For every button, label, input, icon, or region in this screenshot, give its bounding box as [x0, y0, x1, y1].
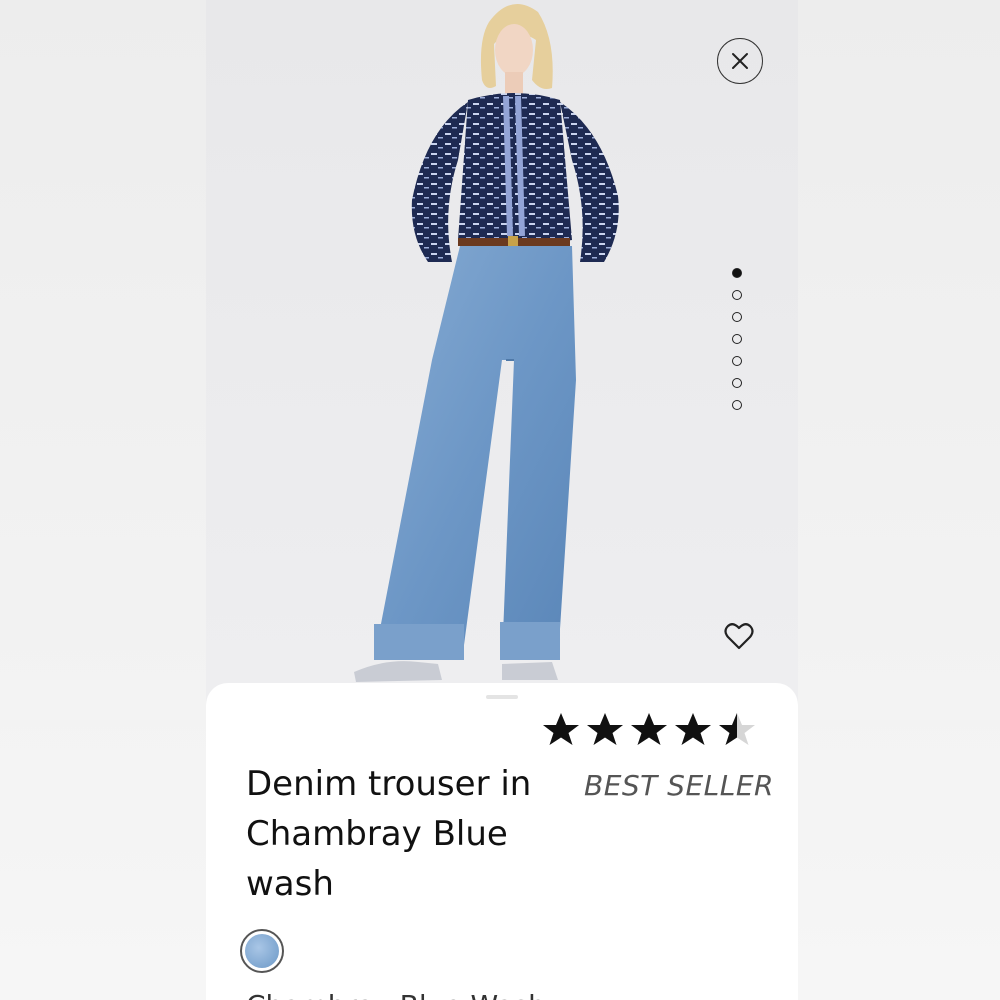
rating-stars[interactable]: [540, 711, 758, 747]
model-illustration: [354, 4, 619, 682]
product-photo[interactable]: [206, 0, 798, 700]
product-title: Denim trouser in Chambray Blue wash: [246, 764, 532, 904]
color-swatch-chambray-blue[interactable]: [240, 929, 284, 973]
close-icon: [732, 53, 748, 69]
product-info-sheet: Denim trouser in Chambray Blue wash BEST…: [206, 683, 798, 1000]
favorite-button[interactable]: [723, 620, 755, 652]
star-icon: [719, 713, 755, 745]
gallery-dot[interactable]: [732, 334, 742, 344]
selected-color-name: Chambray Blue Wash: [246, 989, 546, 1000]
gallery-dot[interactable]: [732, 268, 742, 278]
swatch-fill: [245, 934, 279, 968]
close-button[interactable]: [717, 38, 763, 84]
sheet-drag-handle[interactable]: [486, 695, 518, 699]
star-icon: [675, 713, 711, 745]
right-backdrop: [798, 0, 1000, 1000]
gallery-dot[interactable]: [732, 400, 742, 410]
gallery-dot[interactable]: [732, 378, 742, 388]
star-icon: [631, 713, 667, 745]
gallery-dot[interactable]: [732, 312, 742, 322]
star-icon: [587, 713, 623, 745]
heart-icon: [724, 623, 754, 650]
best-seller-badge: BEST SELLER: [584, 769, 774, 802]
left-backdrop: [0, 0, 206, 1000]
gallery-dot[interactable]: [732, 290, 742, 300]
gallery-pagination: [731, 268, 743, 410]
product-detail-screen: Denim trouser in Chambray Blue wash BEST…: [206, 0, 798, 1000]
star-icon: [543, 713, 579, 745]
gallery-dot[interactable]: [732, 356, 742, 366]
